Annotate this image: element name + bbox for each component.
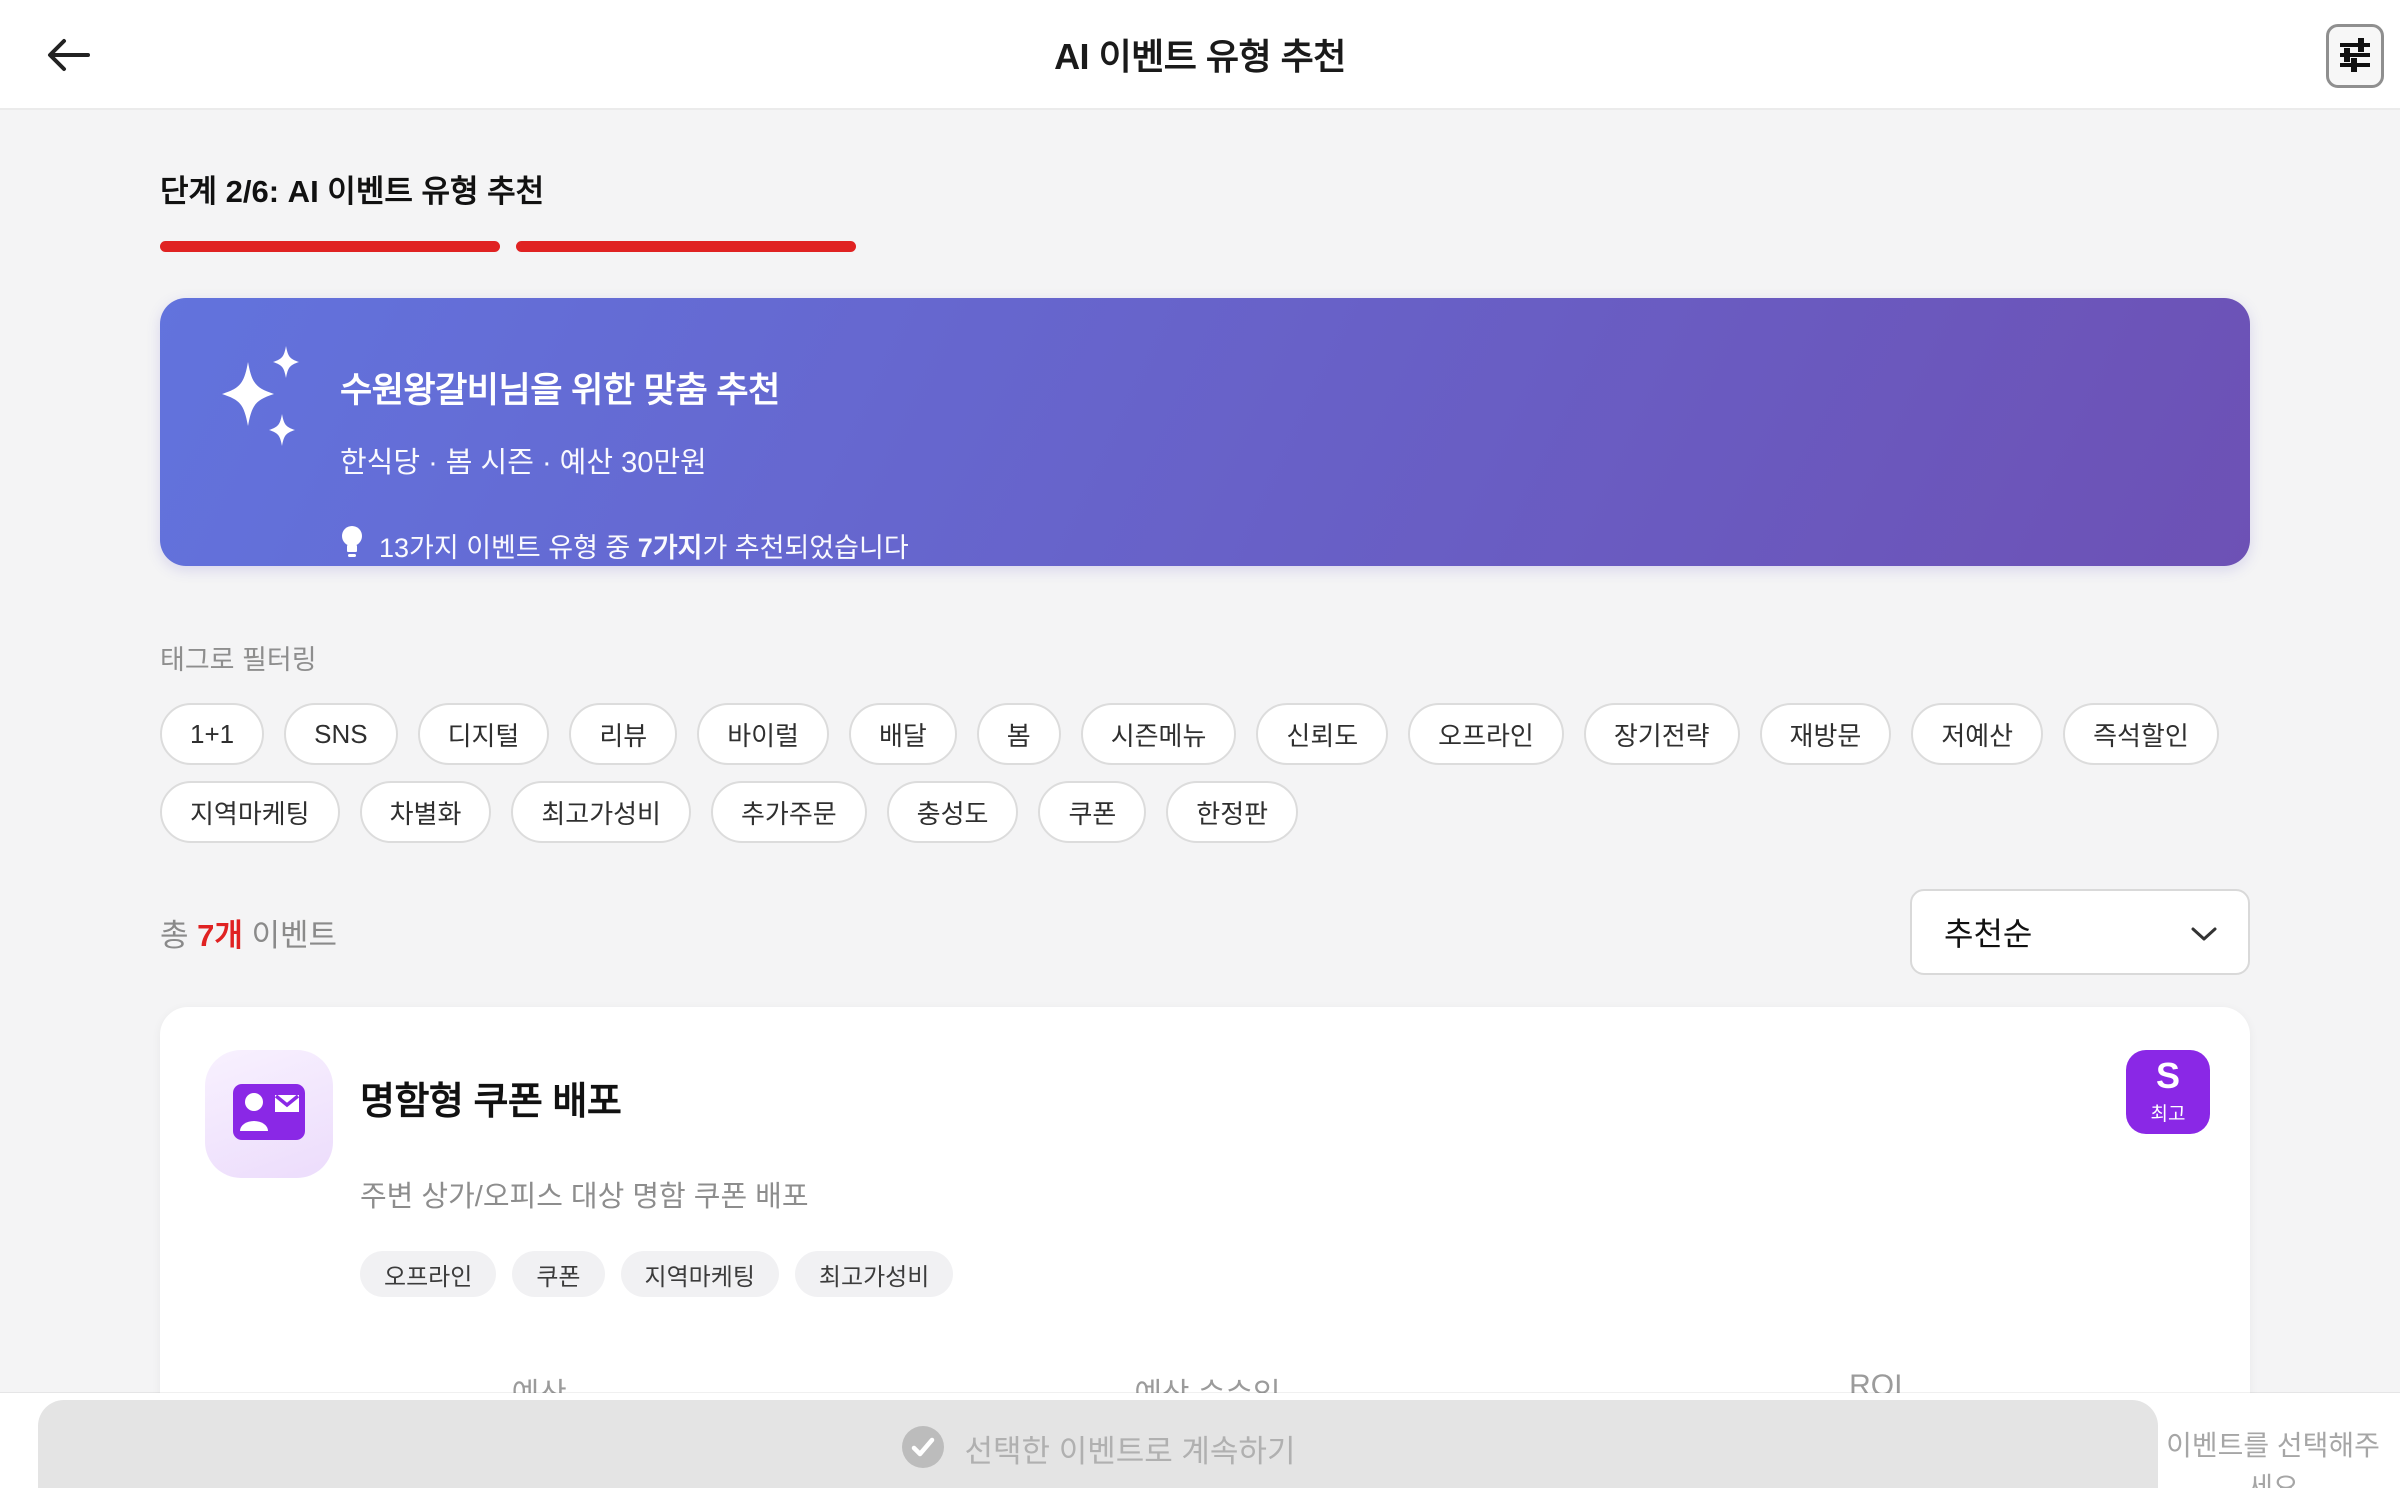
filter-tag-pill[interactable]: 최고가성비 <box>511 781 691 843</box>
recommendation-banner: 수원왕갈비님을 위한 맞춤 추천 한식당 · 봄 시즌 · 예산 30만원 13… <box>160 298 2250 566</box>
event-title: 명함형 쿠폰 배포 <box>360 1081 622 1123</box>
filter-tag-pill[interactable]: 오프라인 <box>1408 703 1564 765</box>
grade-letter: S <box>2155 1055 2180 1096</box>
filter-tag-pill[interactable]: 리뷰 <box>569 703 678 765</box>
filter-tag-pill[interactable]: 바이럴 <box>697 703 829 765</box>
filter-tag-pill[interactable]: 재방문 <box>1759 703 1892 765</box>
filter-tag-pill[interactable]: SNS <box>284 703 398 765</box>
app-header: AI 이벤트 유형 추천 <box>0 0 2400 110</box>
event-tag-chip: 지역마케팅 <box>620 1251 779 1297</box>
banner-subtitle: 한식당 · 봄 시즌 · 예산 30만원 <box>340 447 707 479</box>
page-title: AI 이벤트 유형 추천 <box>1054 36 1346 77</box>
event-count-value: 7개 <box>197 917 243 953</box>
filter-tag-pill[interactable]: 즉석할인 <box>2063 703 2219 765</box>
filter-tag-pill[interactable]: 충성도 <box>886 781 1019 843</box>
event-description: 주변 상가/오피스 대상 명함 쿠폰 배포 <box>360 1181 809 1213</box>
event-tag-chip: 오프라인 <box>360 1251 497 1297</box>
selection-hint-text: 이벤트를 선택해주세요 <box>2166 1430 2380 1488</box>
grade-label: 최고 <box>2150 1104 2186 1125</box>
banner-note: 13가지 이벤트 유형 중 7가지가 추천되었습니다 <box>340 525 909 566</box>
filter-tag-pill[interactable]: 장기전략 <box>1583 703 1740 765</box>
bottom-action-bar: 선택한 이벤트로 계속하기 이벤트를 선택해주세요 <box>0 1393 2400 1488</box>
check-circle-icon <box>901 1425 945 1472</box>
sparkles-icon <box>210 344 310 479</box>
filter-tag-pill[interactable]: 1+1 <box>160 703 265 765</box>
filter-tag-pill[interactable]: 지역마케팅 <box>160 781 340 843</box>
filter-tag-pill[interactable]: 신뢰도 <box>1256 703 1389 765</box>
back-button[interactable] <box>40 28 96 84</box>
progress-bar-segment <box>516 241 856 252</box>
filter-tag-pill[interactable]: 봄 <box>976 703 1061 765</box>
grade-badge: S 최고 <box>2126 1050 2210 1134</box>
chevron-down-icon <box>2190 914 2218 951</box>
continue-button-content: 선택한 이벤트로 계속하기 <box>901 1425 1296 1472</box>
continue-button[interactable]: 선택한 이벤트로 계속하기 <box>38 1400 2158 1488</box>
event-tag-chip: 쿠폰 <box>512 1251 605 1297</box>
event-tag-list: 오프라인 쿠폰 지역마케팅 최고가성비 <box>360 1251 2210 1297</box>
contact-card-icon <box>233 1083 305 1145</box>
banner-text: 수원왕갈비님을 위한 맞춤 추천 한식당 · 봄 시즌 · 예산 30만원 13… <box>340 362 909 566</box>
sliders-tune-icon <box>2337 36 2373 77</box>
event-card-main: 명함형 쿠폰 배포 주변 상가/오피스 대상 명함 쿠폰 배포 <box>360 1050 809 1215</box>
banner-title: 수원왕갈비님을 위한 맞춤 추천 <box>340 371 780 410</box>
event-card-head: 명함형 쿠폰 배포 주변 상가/오피스 대상 명함 쿠폰 배포 S 최고 <box>205 1050 2210 1215</box>
tag-filter-label: 태그로 필터링 <box>160 645 317 675</box>
filter-tag-pill[interactable]: 쿠폰 <box>1038 781 1147 843</box>
progress-bar-segment <box>160 241 500 252</box>
filter-tag-pill[interactable]: 한정판 <box>1166 781 1299 843</box>
sort-dropdown[interactable]: 추천순 <box>1910 889 2250 975</box>
continue-button-label: 선택한 이벤트로 계속하기 <box>964 1434 1296 1469</box>
lightbulb-icon <box>340 525 364 566</box>
filter-tag-pill[interactable]: 배달 <box>848 703 957 765</box>
event-count-text: 총 7개 이벤트 <box>160 917 338 953</box>
result-summary-row: 총 7개 이벤트 추천순 <box>160 889 2250 975</box>
filter-tag-pill[interactable]: 추가주문 <box>710 781 867 843</box>
filter-tag-pill[interactable]: 저예산 <box>1911 703 2044 765</box>
event-icon-container <box>205 1050 333 1178</box>
step-progress-label: 단계 2/6: AI 이벤트 유형 추천 <box>160 174 545 209</box>
filter-tag-pill[interactable]: 디지털 <box>417 703 550 765</box>
filter-settings-button[interactable] <box>2326 24 2384 88</box>
back-arrow-icon <box>44 31 92 82</box>
filter-tag-list: 1+1 SNS 디지털 리뷰 바이럴 배달 봄 시즌메뉴 신뢰도 오프라인 장기전략 재방문 저예산 즉석… <box>160 703 2250 843</box>
main-content: 단계 2/6: AI 이벤트 유형 추천 수원왕갈비님을 위한 맞춤 추천 한식… <box>160 110 2250 1488</box>
step-progress-bars <box>160 241 2250 252</box>
event-tag-chip: 최고가성비 <box>794 1251 954 1297</box>
filter-tag-pill[interactable]: 차별화 <box>359 781 492 843</box>
filter-tag-pill[interactable]: 시즌메뉴 <box>1080 703 1237 765</box>
sort-selected-value: 추천순 <box>1944 916 2033 952</box>
banner-note-text: 13가지 이벤트 유형 중 7가지가 추천되었습니다 <box>379 533 909 563</box>
